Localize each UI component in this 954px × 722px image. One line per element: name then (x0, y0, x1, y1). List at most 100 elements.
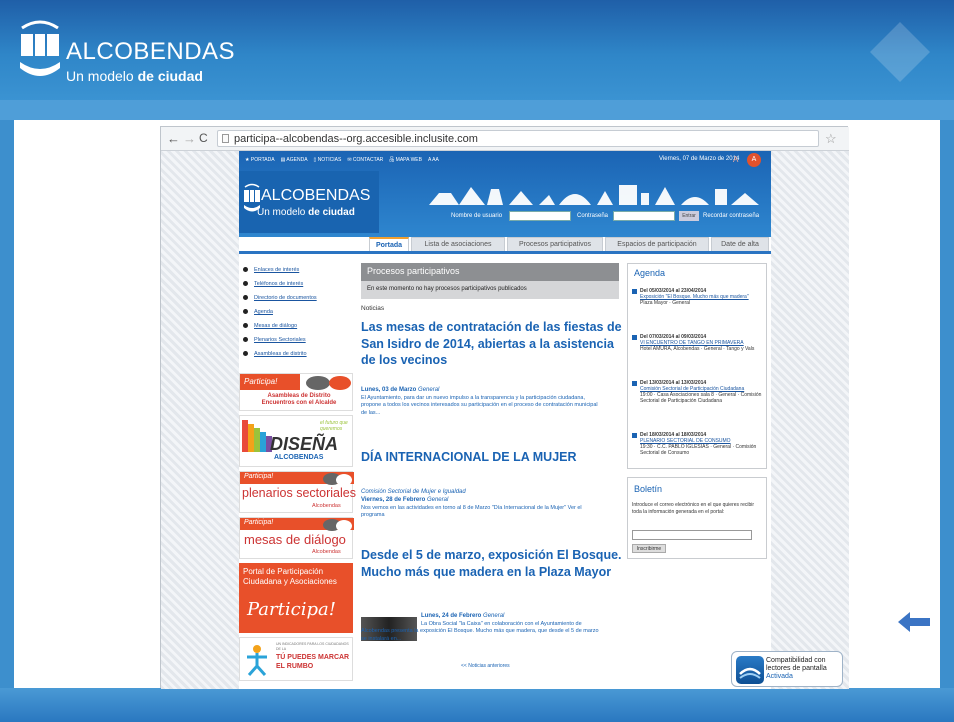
banner-mesas-tag: Participa! (244, 519, 274, 526)
banner-plenarios-tag: Participa! (244, 473, 274, 480)
banner-disena-alcobendas[interactable]: DISEÑA ALCOBENDAS el futuro que queremos (239, 415, 353, 467)
slide-back-arrow-icon[interactable] (898, 612, 930, 632)
banner-disena-title: DISEÑA (270, 434, 339, 454)
color-stripes-icon (242, 420, 272, 452)
topnav-item[interactable]: ▤ AGENDA (281, 157, 308, 163)
agenda-item[interactable]: Del 13/03/2014 al 13/03/2014 Comisión Sec… (632, 380, 764, 404)
bullet-icon (243, 295, 248, 301)
banner-asambleas-head: Participa! (240, 374, 300, 390)
banner-rumbo-line1: TÚ PUEDES MARCAR (276, 654, 350, 661)
boletin-email-input[interactable] (632, 530, 752, 540)
browser-toolbar: ← → C participa--alcobendas--org.accesib… (161, 127, 849, 151)
news-date-2: Viernes, 28 de Febrero General (361, 497, 449, 503)
banner-disena-note: el futuro que queremos (320, 420, 348, 432)
tab-portada[interactable]: Portada (369, 237, 409, 251)
calendar-icon (632, 381, 637, 386)
banner-mesas-dialogo[interactable]: Participa! mesas de diálogo Alcobendas (239, 517, 354, 559)
agenda-item[interactable]: Del 05/03/2014 al 23/04/2014 Exposición "… (632, 288, 764, 306)
speech-bubbles-icon (306, 376, 351, 390)
bullet-icon (243, 323, 248, 329)
reload-icon[interactable]: C (199, 131, 208, 145)
tab-procesos-participativos[interactable]: Procesos participativos (507, 237, 603, 251)
url-text: participa--alcobendas--org.accesible.inc… (234, 133, 478, 145)
news-title-2[interactable]: DÍA INTERNACIONAL DE LA MUJER (361, 449, 623, 466)
procesos-header: Procesos participativos (361, 263, 619, 281)
tabs-underline (239, 251, 771, 254)
site-logo-tagline: Un modelo de ciudad (257, 207, 355, 218)
compat-text: Compatibilidad con lectores de pantalla … (766, 657, 827, 680)
right-background (771, 151, 849, 689)
password-input[interactable] (613, 211, 675, 221)
boletin-title: Boletín (634, 484, 663, 494)
banner-rumbo-line2: EL RUMBO (276, 663, 314, 670)
banner-asambleas-distrito[interactable]: Participa! Asambleas de Distrito Encuentr… (239, 373, 353, 411)
boletin-subscribe-button[interactable]: Inscribirme (632, 544, 666, 553)
site-logo-title: ALCOBENDAS (261, 187, 371, 204)
topnav-item[interactable]: ✉ CONTACTAR (347, 157, 383, 163)
previous-news-link[interactable]: << Noticias anteriores (461, 663, 510, 669)
tab-espacios-participacion[interactable]: Espacios de participación (605, 237, 709, 251)
sidebar-item-telefonos[interactable]: Teléfonos de interés (243, 281, 303, 287)
recover-password-link[interactable]: Recordar contraseña (703, 213, 759, 219)
bullet-icon (243, 351, 248, 357)
slide-footer-band (0, 688, 954, 722)
boletin-description: Introduce el correo electrónico en el qu… (632, 502, 755, 515)
agenda-item[interactable]: Del 18/03/2014 al 18/03/2014 PLENARIO SEC… (632, 432, 764, 456)
banner-asambleas-text: Asambleas de Distrito Encuentros con el A… (261, 393, 337, 406)
back-arrow-icon[interactable]: ← (167, 131, 180, 146)
city-skyline-illustration (429, 185, 759, 205)
login-button[interactable]: Entrar (679, 211, 699, 221)
slide-logo-tagline: Un modelo de ciudad (66, 68, 203, 84)
topnav-item[interactable]: 品 MAPA WEB (389, 157, 422, 163)
main-tabs: Portada Lista de asociaciones Procesos p… (369, 237, 771, 251)
banner-portal-participacion[interactable]: Portal de Participación Ciudadana y Asoci… (239, 563, 353, 633)
left-background (161, 151, 239, 689)
calendar-icon (632, 335, 637, 340)
person-figure-icon (247, 645, 267, 676)
news-title-3[interactable]: Desde el 5 de marzo, exposición El Bosqu… (361, 547, 623, 580)
news-body-2: Nos vemos en las actividades en torno al… (361, 505, 582, 519)
banner-portal-text: Portal de Participación Ciudadana y Asoci… (243, 567, 337, 586)
page-icon (222, 134, 229, 143)
font-size-large-button[interactable]: A (747, 153, 761, 167)
browser-window: ← → C participa--alcobendas--org.accesib… (160, 126, 849, 689)
sidebar-item-asambleas[interactable]: Asambleas de distrito (243, 351, 307, 357)
banner-plenarios-sectoriales[interactable]: Participa! plenarios sectoriales Alcoben… (239, 471, 356, 513)
topnav-item[interactable]: ★ PORTADA (245, 157, 275, 163)
news-pre-2: Comisión Sectorial de Mujer e Igualdad (361, 489, 466, 495)
banner-plenarios-sub: Alcobendas (312, 503, 341, 509)
sidebar-item-agenda[interactable]: Agenda (243, 309, 273, 315)
username-input[interactable] (509, 211, 571, 221)
forward-arrow-icon[interactable]: → (183, 131, 196, 146)
screen-reader-compat-badge[interactable]: Compatibilidad con lectores de pantalla … (731, 651, 843, 687)
screen-reader-icon (736, 656, 764, 684)
tab-date-de-alta[interactable]: Date de alta (711, 237, 769, 251)
bullet-icon (243, 281, 248, 287)
sidebar-item-mesas[interactable]: Mesas de diálogo (243, 323, 297, 329)
banner-mesas-title: mesas de diálogo (244, 532, 346, 547)
bookmark-star-icon[interactable]: ☆ (825, 131, 837, 147)
bullet-icon (243, 309, 248, 315)
bullet-icon (243, 267, 248, 273)
topnav-item[interactable]: ▯ NOTICIAS (314, 157, 342, 163)
agenda-title: Agenda (634, 268, 666, 278)
font-size-small-button[interactable]: A (733, 155, 738, 164)
banner-plenarios-title: plenarios sectoriales (242, 486, 356, 500)
banner-disena-sub: ALCOBENDAS (274, 454, 324, 461)
sidebar-item-directorio[interactable]: Directorio de documentos (243, 295, 317, 301)
tab-lista-asociaciones[interactable]: Lista de asociaciones (411, 237, 505, 251)
calendar-icon (632, 433, 637, 438)
sidebar-item-enlaces[interactable]: Enlaces de interés (243, 267, 299, 273)
noticias-label: Noticias (361, 305, 385, 312)
news-body-3: La Obra Social "la Caixa" en colaboració… (361, 621, 599, 642)
news-title-1[interactable]: Las mesas de contratación de las fiestas… (361, 319, 623, 369)
slide-logo-title: ALCOBENDAS (66, 38, 236, 65)
address-bar[interactable]: participa--alcobendas--org.accesible.inc… (217, 130, 819, 147)
speech-bubbles-icon (323, 473, 352, 486)
topnav-item[interactable]: A AA (428, 157, 439, 163)
agenda-item[interactable]: Del 07/03/2014 al 09/03/2014 VI ENCUENTRO… (632, 334, 764, 352)
username-label: Nombre de usuario (451, 213, 503, 219)
sidebar-item-plenarios[interactable]: Plenarios Sectoriales (243, 337, 306, 343)
calendar-icon (632, 289, 637, 294)
banner-tu-puedes-marcar[interactable]: UN INDICADORES PARA LOS CIUDADANOS DE LA… (239, 637, 353, 681)
